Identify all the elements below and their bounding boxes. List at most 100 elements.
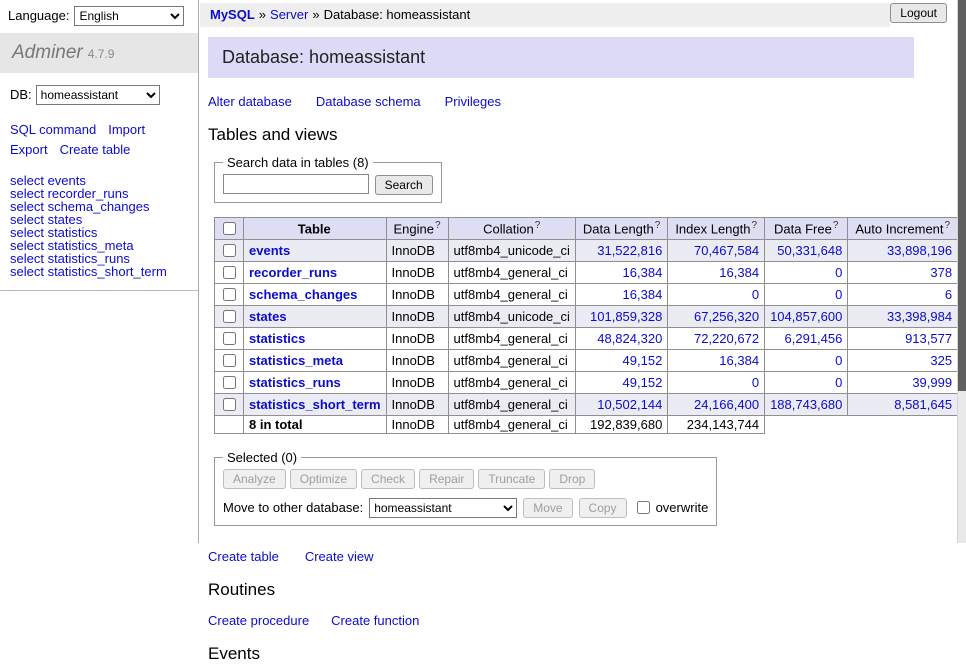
- auto-increment-link[interactable]: 6: [945, 287, 952, 302]
- help-mark[interactable]: ?: [752, 220, 758, 231]
- table-name-link[interactable]: events: [249, 243, 290, 258]
- sidebar-link[interactable]: Create table: [60, 142, 131, 157]
- breadcrumb-current: Database: homeassistant: [324, 7, 471, 22]
- help-mark[interactable]: ?: [945, 220, 951, 231]
- breadcrumb-server-link[interactable]: Server: [270, 7, 308, 22]
- data-length-link[interactable]: 101,859,328: [590, 309, 662, 324]
- index-length-link[interactable]: 24,166,400: [694, 397, 759, 412]
- copy-button[interactable]: Copy: [579, 498, 627, 518]
- move-database-select[interactable]: homeassistant: [369, 498, 517, 518]
- row-checkbox[interactable]: [223, 288, 236, 301]
- table-name-link[interactable]: statistics_short_term: [249, 397, 381, 412]
- table-name-link[interactable]: states: [249, 309, 287, 324]
- data-free-link[interactable]: 0: [835, 265, 842, 280]
- language-select[interactable]: English: [74, 6, 184, 26]
- database-action-link[interactable]: Alter database: [208, 94, 292, 109]
- table-name-link[interactable]: statistics_meta: [249, 353, 343, 368]
- data-length-link[interactable]: 31,522,816: [597, 243, 662, 258]
- logout-button[interactable]: Logout: [890, 3, 947, 23]
- collation-cell: utf8mb4_general_ci: [448, 393, 575, 415]
- create-link[interactable]: Create table: [208, 549, 279, 564]
- data-free-link[interactable]: 50,331,648: [777, 243, 842, 258]
- data-free-link[interactable]: 104,857,600: [770, 309, 842, 324]
- database-action-link[interactable]: Database schema: [316, 94, 421, 109]
- search-button[interactable]: Search: [375, 175, 433, 195]
- selected-action-button[interactable]: Truncate: [478, 469, 545, 489]
- selected-legend: Selected (0): [223, 450, 301, 465]
- data-free-link[interactable]: 0: [835, 287, 842, 302]
- sidebar-link[interactable]: SQL command: [10, 122, 96, 137]
- auto-increment-link[interactable]: 325: [930, 353, 952, 368]
- row-checkbox[interactable]: [223, 266, 236, 279]
- sidebar-select-table-link[interactable]: select statistics_short_term: [10, 265, 188, 278]
- sidebar-link[interactable]: Import: [108, 122, 145, 137]
- tables-overview-table: TableEngine?Collation?Data Length?Index …: [214, 217, 966, 434]
- row-checkbox[interactable]: [223, 332, 236, 345]
- routine-create-link[interactable]: Create procedure: [208, 613, 309, 628]
- data-free-link[interactable]: 0: [835, 353, 842, 368]
- table-name-link[interactable]: recorder_runs: [249, 265, 337, 280]
- move-button[interactable]: Move: [523, 498, 572, 518]
- index-length-link[interactable]: 16,384: [719, 353, 759, 368]
- row-checkbox[interactable]: [223, 310, 236, 323]
- selected-action-button[interactable]: Analyze: [223, 469, 286, 489]
- row-checkbox[interactable]: [223, 244, 236, 257]
- column-header[interactable]: Table: [244, 217, 387, 239]
- data-free-link[interactable]: 6,291,456: [785, 331, 843, 346]
- breadcrumb-mysql-link[interactable]: MySQL: [210, 7, 255, 22]
- row-checkbox[interactable]: [223, 376, 236, 389]
- selected-action-button[interactable]: Repair: [419, 469, 474, 489]
- column-header[interactable]: Index Length?: [668, 217, 765, 239]
- help-mark[interactable]: ?: [833, 220, 839, 231]
- table-name-link[interactable]: schema_changes: [249, 287, 357, 302]
- row-checkbox[interactable]: [223, 354, 236, 367]
- column-header[interactable]: Engine?: [386, 217, 448, 239]
- selected-action-button[interactable]: Optimize: [290, 469, 357, 489]
- table-name-link[interactable]: statistics: [249, 331, 305, 346]
- data-length-link[interactable]: 10,502,144: [597, 397, 662, 412]
- index-length-link[interactable]: 67,256,320: [694, 309, 759, 324]
- column-header[interactable]: Collation?: [448, 217, 575, 239]
- data-free-link[interactable]: 0: [835, 375, 842, 390]
- routine-create-link[interactable]: Create function: [331, 613, 419, 628]
- table-name-link[interactable]: statistics_runs: [249, 375, 341, 390]
- auto-increment-link[interactable]: 378: [930, 265, 952, 280]
- db-select[interactable]: homeassistant: [36, 85, 160, 105]
- select-all-checkbox[interactable]: [223, 222, 236, 235]
- auto-increment-link[interactable]: 8,581,645: [894, 397, 952, 412]
- auto-increment-link[interactable]: 913,577: [905, 331, 952, 346]
- sidebar-link[interactable]: Export: [10, 142, 48, 157]
- auto-increment-link[interactable]: 33,398,984: [887, 309, 952, 324]
- auto-increment-link[interactable]: 33,898,196: [887, 243, 952, 258]
- index-length-link[interactable]: 0: [752, 287, 759, 302]
- create-link[interactable]: Create view: [305, 549, 374, 564]
- row-checkbox[interactable]: [223, 398, 236, 411]
- index-length-link[interactable]: 16,384: [719, 265, 759, 280]
- data-length-link[interactable]: 49,152: [623, 353, 663, 368]
- column-header[interactable]: Data Free?: [765, 217, 848, 239]
- total-data-length-cell: 192,839,680: [575, 415, 667, 433]
- help-mark[interactable]: ?: [435, 220, 441, 231]
- data-length-link[interactable]: 16,384: [623, 287, 663, 302]
- table-name-cell: schema_changes: [244, 283, 387, 305]
- index-length-link[interactable]: 72,220,672: [694, 331, 759, 346]
- index-length-link[interactable]: 0: [752, 375, 759, 390]
- help-mark[interactable]: ?: [535, 220, 541, 231]
- scrollbar-thumb[interactable]: [958, 0, 966, 391]
- vertical-scrollbar[interactable]: [957, 0, 966, 543]
- data-length-link[interactable]: 48,824,320: [597, 331, 662, 346]
- auto-increment-link[interactable]: 39,999: [912, 375, 952, 390]
- help-mark[interactable]: ?: [655, 220, 661, 231]
- index-length-link[interactable]: 70,467,584: [694, 243, 759, 258]
- database-action-link[interactable]: Privileges: [445, 94, 501, 109]
- data-length-link[interactable]: 16,384: [623, 265, 663, 280]
- selected-action-button[interactable]: Check: [361, 469, 415, 489]
- data-free-link[interactable]: 188,743,680: [770, 397, 842, 412]
- breadcrumb-separator: »: [259, 7, 266, 22]
- data-length-link[interactable]: 49,152: [623, 375, 663, 390]
- overwrite-checkbox[interactable]: [637, 501, 650, 514]
- column-header[interactable]: Auto Increment?: [848, 217, 958, 239]
- column-header[interactable]: Data Length?: [575, 217, 667, 239]
- selected-action-button[interactable]: Drop: [549, 469, 595, 489]
- search-input[interactable]: [223, 174, 369, 194]
